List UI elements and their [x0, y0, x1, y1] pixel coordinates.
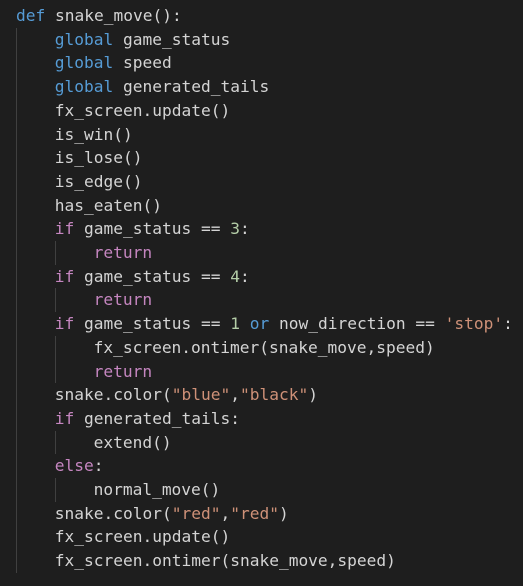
code-token: snake.color(: [54, 385, 172, 405]
code-editor[interactable]: def snake_move(): global game_status globa…: [0, 0, 523, 586]
code-token: ): [308, 385, 318, 405]
code-token: 4: [230, 266, 240, 286]
code-line: def snake_move():: [16, 4, 182, 28]
code-token: fx_screen.update(): [54, 100, 231, 120]
code-token: if: [54, 266, 75, 286]
code-token: normal_move(): [93, 480, 221, 499]
code-token: 'stop': [444, 314, 504, 334]
code-line: has_eaten(): [55, 194, 162, 218]
code-token: snake.color(: [54, 503, 172, 523]
code-token: snake_move():: [45, 6, 182, 25]
code-token: :: [239, 266, 250, 286]
code-token: ,: [230, 385, 240, 405]
code-token: def: [16, 6, 46, 25]
code-line: is_edge(): [55, 170, 143, 194]
code-token: "black": [239, 385, 309, 405]
code-token: global: [54, 77, 114, 97]
code-token: extend(): [93, 432, 172, 452]
code-token: :: [93, 456, 104, 476]
code-line: normal_move(): [94, 478, 221, 502]
code-token: "red": [230, 503, 279, 523]
code-token: 3: [230, 219, 240, 239]
code-line: else:: [55, 454, 104, 478]
code-token: is_win(): [54, 124, 133, 144]
code-line: fx_screen.update(): [55, 99, 230, 123]
code-token: global: [54, 53, 114, 73]
code-token: generated_tails:: [74, 408, 240, 428]
code-line: snake.color("blue","black"): [55, 383, 318, 407]
code-line: if game_status == 4:: [55, 265, 250, 289]
code-token: fx_screen.ontimer(snake_move,speed): [54, 551, 396, 571]
code-token: 1: [230, 314, 240, 334]
code-token: game_status ==: [74, 219, 231, 239]
indent-guide: [54, 288, 56, 313]
indent-guide: [54, 241, 56, 265]
code-token: game_status ==: [74, 266, 231, 286]
code-token: now_direction ==: [269, 314, 445, 334]
code-line: is_lose(): [55, 146, 143, 170]
code-token: ): [278, 503, 289, 523]
code-line: fx_screen.ontimer(snake_move,speed): [55, 549, 396, 573]
code-token: has_eaten(): [54, 195, 162, 215]
code-token: if: [54, 219, 75, 239]
code-line: global game_status: [55, 28, 230, 52]
indent-guide: [54, 478, 56, 502]
code-token: return: [93, 361, 153, 381]
code-line: return: [94, 288, 152, 312]
code-line: return: [94, 241, 152, 265]
code-token: if: [54, 314, 75, 334]
code-token: game_status ==: [74, 314, 231, 334]
code-token: return: [93, 290, 153, 310]
code-token: :: [503, 314, 513, 334]
code-token: is_lose(): [54, 148, 143, 168]
code-line: fx_screen.update(): [55, 525, 230, 549]
code-line: extend(): [94, 431, 172, 455]
code-token: return: [93, 243, 153, 262]
code-line: if game_status == 3:: [55, 217, 250, 241]
code-line: global speed: [55, 51, 172, 75]
code-token: else: [54, 456, 94, 476]
code-token: or: [249, 314, 270, 334]
code-token: is_edge(): [54, 171, 143, 191]
code-line: return: [94, 360, 152, 384]
code-token: game_status: [113, 29, 231, 49]
code-line: if game_status == 1 or now_direction == …: [55, 312, 513, 336]
code-line: fx_screen.ontimer(snake_move,speed): [94, 336, 435, 360]
indent-guide: [54, 430, 56, 455]
code-token: generated_tails: [113, 77, 270, 97]
code-line: is_win(): [55, 123, 133, 147]
code-token: "blue": [171, 385, 231, 405]
code-token: global: [54, 29, 114, 49]
indent-guide: [54, 335, 56, 384]
code-token: "red": [171, 503, 221, 523]
indent-guide: [16, 27, 17, 573]
code-token: fx_screen.ontimer(snake_move,speed): [93, 337, 435, 357]
code-line: if generated_tails:: [55, 407, 240, 431]
code-token: ,: [220, 503, 231, 523]
code-token: :: [239, 219, 250, 239]
code-line: snake.color("red","red"): [55, 502, 289, 526]
code-token: fx_screen.update(): [54, 527, 231, 547]
code-token: speed: [113, 53, 172, 73]
code-token: if: [54, 408, 75, 428]
code-line: global generated_tails: [55, 75, 269, 99]
